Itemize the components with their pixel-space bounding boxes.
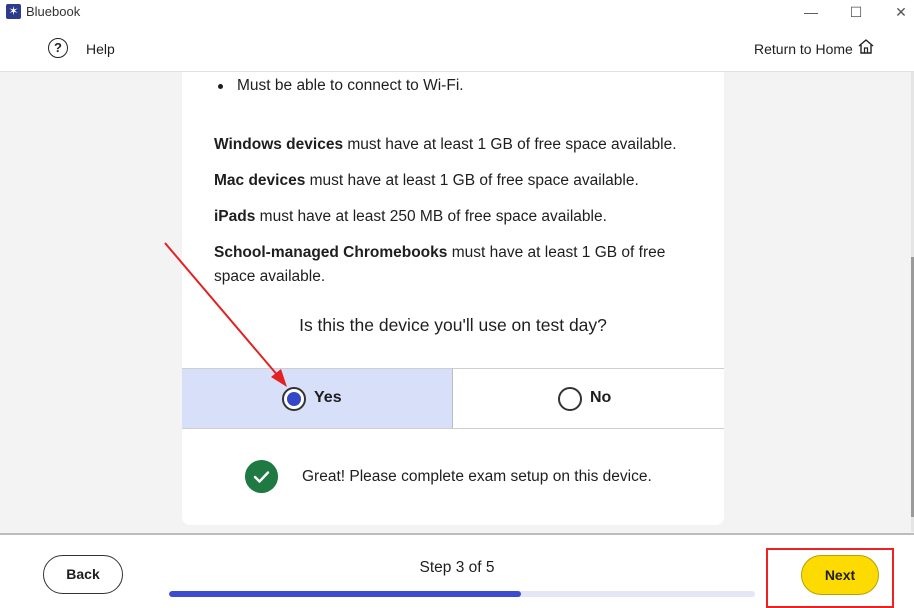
maximize-button[interactable]: ☐ [841, 2, 871, 22]
radio-yes[interactable] [282, 387, 306, 411]
requirement-windows: Windows devices must have at least 1 GB … [214, 133, 694, 157]
progress-fill [169, 591, 521, 597]
wifi-requirement: Must be able to connect to Wi-Fi. [237, 77, 464, 94]
option-no[interactable]: No [453, 368, 724, 429]
device-name: School-managed Chromebooks [214, 244, 448, 261]
close-button[interactable]: ✕ [886, 2, 914, 22]
device-question: Is this the device you'll use on test da… [299, 315, 607, 335]
return-home-link[interactable]: Return to Home [754, 41, 853, 57]
progress-bar [169, 591, 755, 597]
home-icon[interactable] [857, 38, 875, 56]
requirement-text: must have at least 250 MB of free space … [255, 208, 607, 225]
app-header: ? Help Return to Home [0, 24, 914, 72]
option-yes[interactable]: Yes [182, 368, 453, 429]
radio-no[interactable] [558, 387, 582, 411]
next-button[interactable]: Next [801, 555, 879, 595]
bullet-icon [218, 84, 223, 89]
footer-nav: Back Step 3 of 5 Next [0, 533, 914, 608]
device-check-card: Must be able to connect to Wi-Fi. Window… [182, 72, 724, 525]
help-icon[interactable]: ? [48, 38, 68, 58]
app-title: Bluebook [26, 4, 81, 19]
title-bar: ✶ Bluebook — ☐ ✕ [0, 0, 914, 24]
device-name: Mac devices [214, 172, 306, 189]
device-name: Windows devices [214, 136, 344, 153]
help-link[interactable]: Help [86, 41, 115, 57]
requirement-mac: Mac devices must have at least 1 GB of f… [214, 169, 694, 193]
radio-selected-dot [287, 392, 301, 406]
device-name: iPads [214, 208, 256, 225]
requirement-chromebook: School-managed Chromebooks must have at … [214, 241, 694, 289]
bluebook-logo-icon: ✶ [6, 4, 21, 19]
requirement-ipad: iPads must have at least 250 MB of free … [214, 205, 694, 229]
minimize-button[interactable]: — [796, 2, 826, 22]
option-yes-label: Yes [314, 389, 342, 406]
requirement-text: must have at least 1 GB of free space av… [305, 172, 639, 189]
confirmation-message: Great! Please complete exam setup on thi… [302, 468, 652, 485]
option-no-label: No [590, 389, 612, 406]
check-circle-icon [245, 460, 278, 493]
requirement-text: must have at least 1 GB of free space av… [343, 136, 677, 153]
